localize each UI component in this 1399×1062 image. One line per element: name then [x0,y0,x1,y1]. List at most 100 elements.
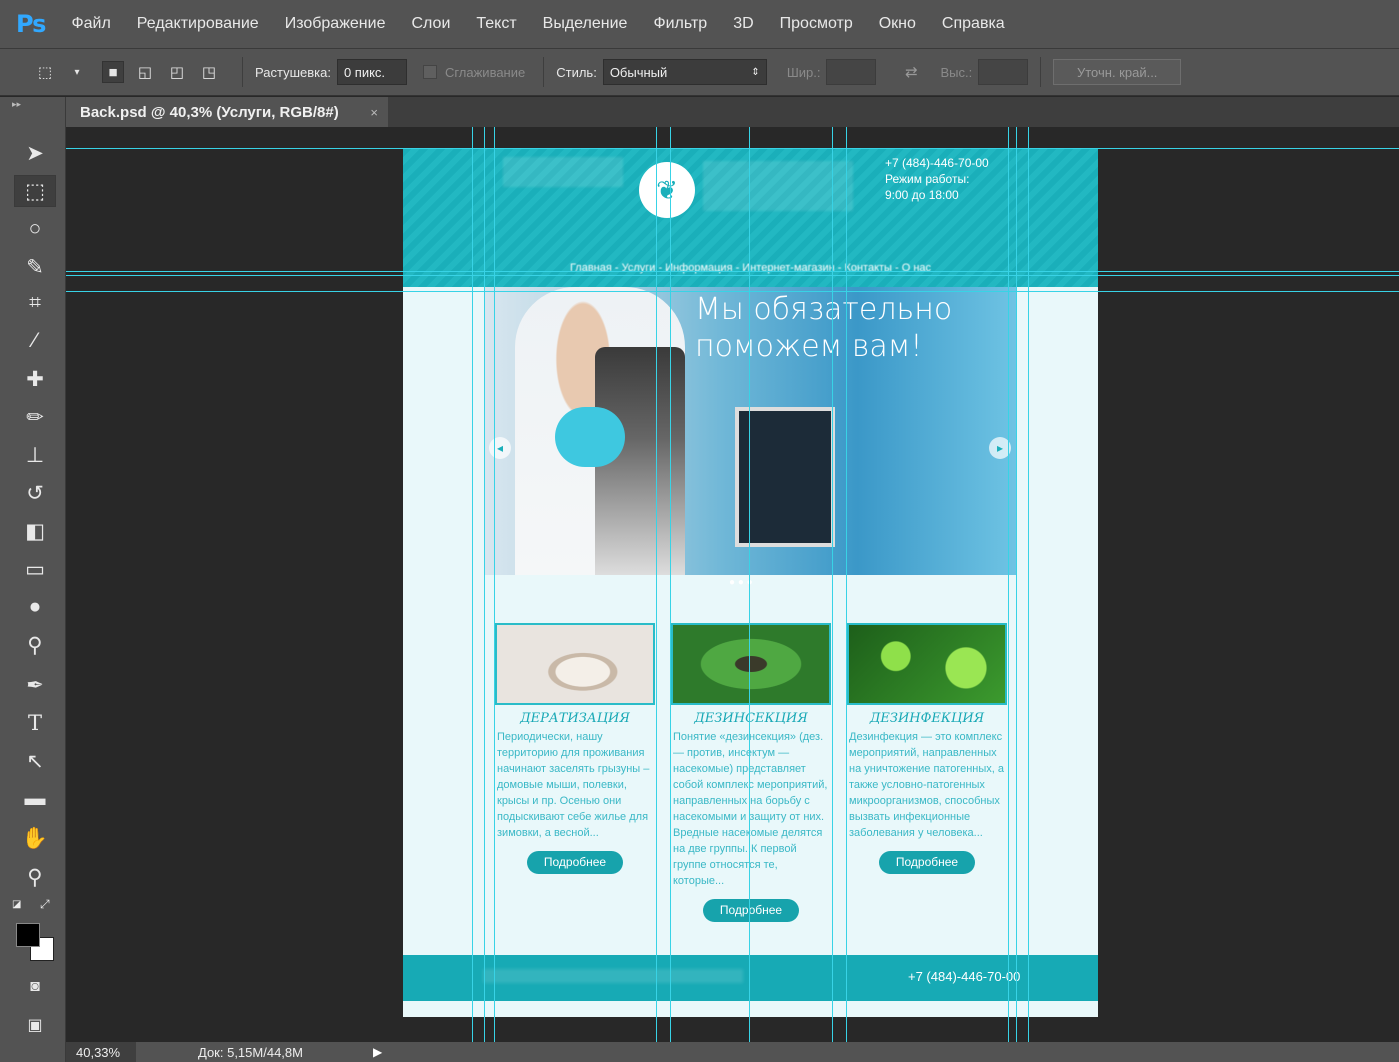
menu-bar: Ps Файл Редактирование Изображение Слои … [0,0,1399,48]
rat-image [495,623,655,705]
quick-mask-icon[interactable]: ◙ [14,971,56,1003]
refine-edge-button[interactable]: Уточн. край... [1053,59,1182,85]
menu-view[interactable]: Просмотр [780,15,853,33]
guide-vertical[interactable] [670,127,671,1042]
screen-mode-icon[interactable]: ▣ [14,1009,56,1041]
separator [1040,57,1042,87]
eyedropper-tool-icon[interactable]: ⁄ [14,325,56,357]
chevron-down-icon[interactable]: ▾ [66,61,88,83]
style-select-value: Обычный [609,64,668,80]
card-deratization: ДЕРАТИЗАЦИЯ Периодически, нашу территори… [495,623,655,874]
footer-blurred-text [483,969,743,983]
clone-stamp-tool-icon[interactable]: ⊥ [14,439,56,471]
swap-colors-icon[interactable]: ⤢ [40,897,50,912]
guide-vertical[interactable] [1008,127,1009,1042]
status-menu-icon[interactable]: ▶ [373,1045,382,1059]
brush-tool-icon[interactable]: ✏ [14,401,56,433]
new-selection-icon[interactable]: ■ [102,61,124,83]
move-tool-icon[interactable]: ➤ [14,137,56,169]
photoshop-logo: Ps [16,10,46,38]
intersect-selection-icon[interactable]: ◳ [198,61,220,83]
dodge-tool-icon[interactable]: ⚲ [14,629,56,661]
menu-filter[interactable]: Фильтр [653,15,707,33]
width-input[interactable] [826,59,877,85]
more-button: Подробнее [527,851,623,874]
lasso-tool-icon[interactable]: ○ [14,213,56,245]
guide-horizontal[interactable] [66,275,1399,276]
marquee-tool-icon[interactable]: ⬚ [14,175,56,207]
glove-image [555,407,625,467]
separator [543,57,545,87]
guide-vertical[interactable] [472,127,473,1042]
molecule-monitor-image [735,407,835,547]
guide-vertical[interactable] [1016,127,1017,1042]
antialias-label: Сглаживание [444,64,526,80]
foreground-color-swatch[interactable] [16,923,40,947]
rectangle-tool-icon[interactable]: ▬ [14,783,56,815]
zoom-tool-icon[interactable]: ⚲ [14,861,56,893]
canvas-area[interactable]: ❦ +7 (484)-446-70-00 Режим работы: 9:00 … [66,127,1399,1042]
insect-image [671,623,831,705]
document-canvas[interactable]: ❦ +7 (484)-446-70-00 Режим работы: 9:00 … [403,149,1098,1017]
history-brush-tool-icon[interactable]: ↺ [14,477,56,509]
zoom-level[interactable]: 40,33% [66,1042,136,1062]
guide-horizontal[interactable] [66,291,1399,292]
antialias-checkbox[interactable] [422,65,437,79]
menu-layers[interactable]: Слои [411,15,450,33]
header-blurred-slogan [703,161,853,211]
guide-vertical[interactable] [484,127,485,1042]
crop-tool-icon[interactable]: ⌗ [14,287,56,319]
menu-help[interactable]: Справка [942,15,1005,33]
menu-edit[interactable]: Редактирование [137,15,259,33]
document-tabs: Back.psd @ 40,3% (Услуги, RGB/8#) × [66,97,1399,127]
height-label: Выс.: [940,64,973,80]
healing-brush-tool-icon[interactable]: ✚ [14,363,56,395]
leaf-logo-icon: ❦ [639,162,695,218]
guide-vertical[interactable] [656,127,657,1042]
card-text: Периодически, нашу территорию для прожив… [497,731,650,839]
swap-dimensions-icon[interactable]: ⇄ [900,61,922,83]
hand-tool-icon[interactable]: ✋ [14,823,56,855]
feather-input[interactable]: 0 пикс. [336,59,407,85]
guide-vertical[interactable] [846,127,847,1042]
guide-vertical[interactable] [749,127,750,1042]
pen-tool-icon[interactable]: ✒ [14,669,56,701]
path-selection-tool-icon[interactable]: ↖ [14,745,56,777]
type-tool-icon[interactable]: T [14,707,56,739]
menu-file[interactable]: Файл [71,15,110,33]
tools-panel: ▸▸ ➤ ⬚ ○ ✎ ⌗ ⁄ ✚ ✏ ⊥ ↺ ◧ ▭ ● ⚲ ✒ T ↖ ▬ ✋… [0,97,66,1062]
guide-vertical[interactable] [1028,127,1029,1042]
gradient-tool-icon[interactable]: ▭ [14,553,56,585]
site-header: ❦ +7 (484)-446-70-00 Режим работы: 9:00 … [403,149,1098,287]
document-tab-title: Back.psd @ 40,3% (Услуги, RGB/8#) [80,103,339,121]
slider-prev-icon: ◂ [489,437,511,459]
card-disinfection: ДЕЗИНФЕКЦИЯ Дезинфекция — это комплекс м… [847,623,1007,874]
default-colors-icon[interactable]: ◪ [12,899,21,910]
menu-window[interactable]: Окно [879,15,916,33]
header-hours: 9:00 до 18:00 [885,188,959,202]
guide-vertical[interactable] [832,127,833,1042]
menu-select[interactable]: Выделение [543,15,628,33]
card-text: Дезинфекция — это комплекс мероприятий, … [849,731,1005,839]
eraser-tool-icon[interactable]: ◧ [14,515,56,547]
menu-type[interactable]: Текст [476,15,516,33]
document-tab[interactable]: Back.psd @ 40,3% (Услуги, RGB/8#) × [66,97,388,127]
add-to-selection-icon[interactable]: ◱ [134,61,156,83]
marquee-preset-icon[interactable]: ⬚ [34,61,56,83]
header-blurred-address [503,157,623,187]
guide-vertical[interactable] [494,127,495,1042]
guide-horizontal[interactable] [66,148,1399,149]
height-input[interactable] [978,59,1029,85]
style-label: Стиль: [556,64,597,80]
hero-title-line-2: поможем вам! [695,329,923,364]
guide-horizontal[interactable] [66,271,1399,272]
menu-image[interactable]: Изображение [285,15,386,33]
separator [242,57,243,87]
close-icon[interactable]: × [370,105,378,120]
blur-tool-icon[interactable]: ● [14,591,56,623]
menu-3d[interactable]: 3D [733,15,753,33]
style-select[interactable]: Обычный ⇕ [602,59,767,85]
quick-selection-tool-icon[interactable]: ✎ [14,251,56,283]
panel-collapse-icon[interactable]: ▸▸ [12,99,21,110]
subtract-from-selection-icon[interactable]: ◰ [166,61,188,83]
